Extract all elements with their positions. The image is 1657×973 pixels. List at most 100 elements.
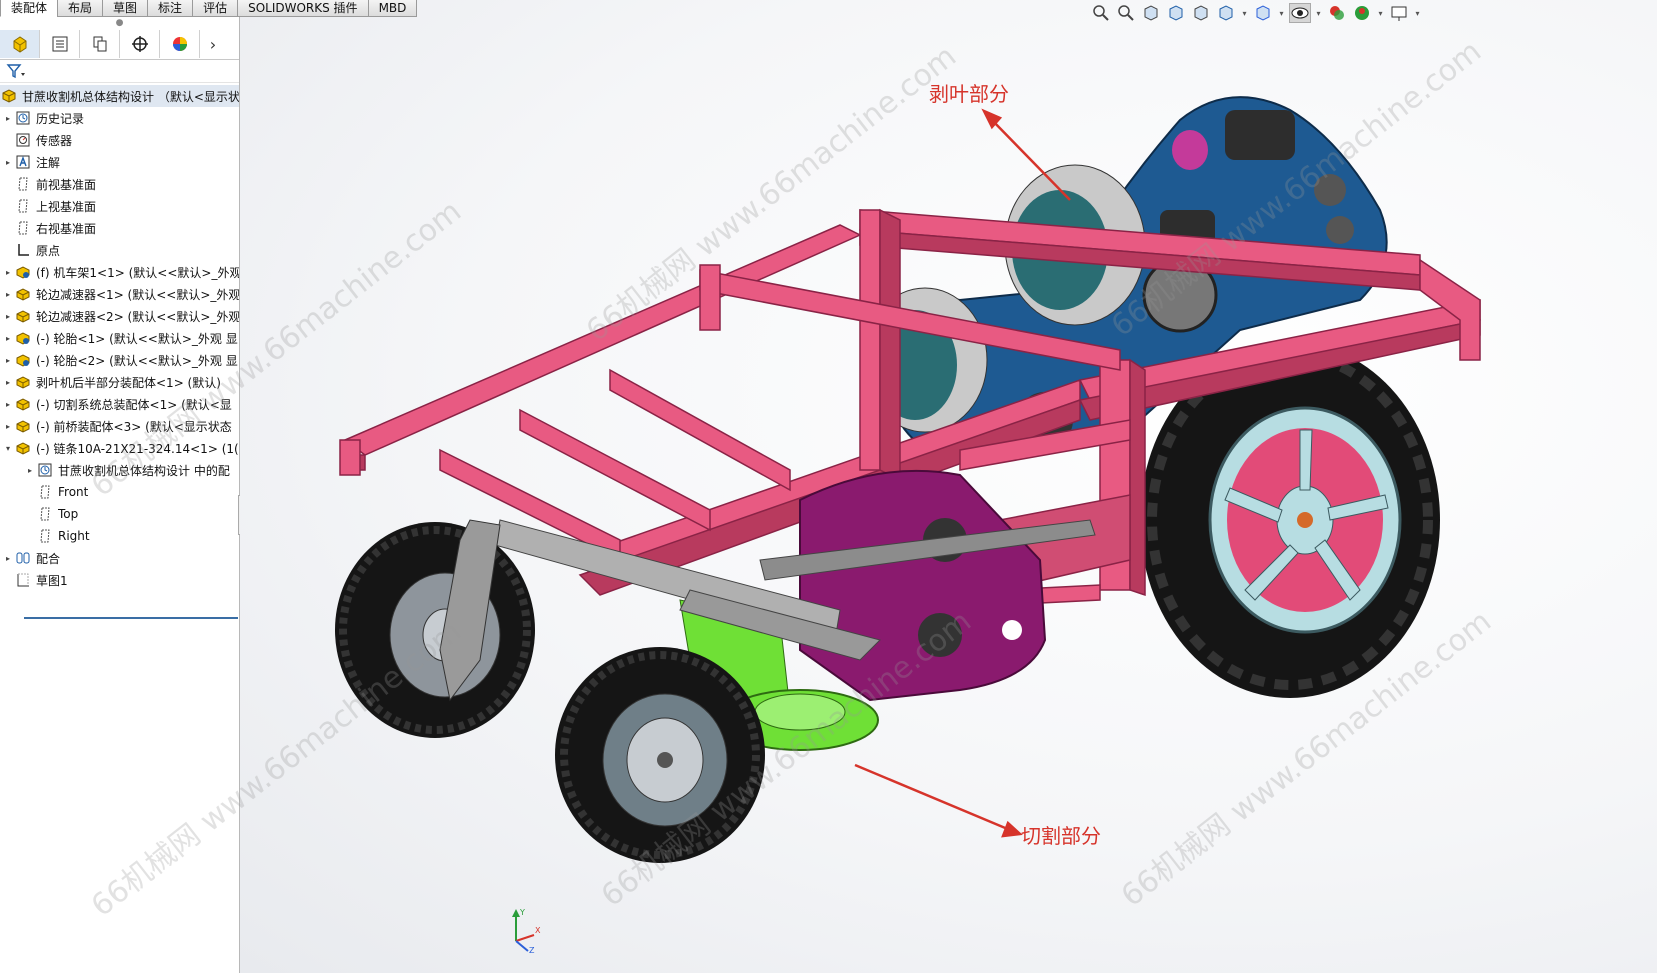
part-icon xyxy=(14,352,32,368)
property-manager-icon xyxy=(52,36,67,52)
feature-manager-panel: ● › 甘蔗收割机总体结构设计 （默认<显示状 ▸ 历史记录 传感器 ▸ 注解 … xyxy=(0,17,244,973)
part-icon xyxy=(14,264,32,280)
callout-peeling-label: 剥叶部分 xyxy=(929,82,1009,106)
expand-arrow-icon[interactable]: ▸ xyxy=(2,290,14,299)
subassembly-icon xyxy=(14,396,32,412)
history-icon xyxy=(36,462,54,478)
tab-3[interactable]: 标注 xyxy=(147,0,194,17)
part-icon xyxy=(14,330,32,346)
expand-arrow-icon[interactable]: ▸ xyxy=(2,312,14,321)
tree-item[interactable]: ▸ 剥叶机后半部分装配体<1> (默认) xyxy=(0,371,239,393)
tree-item-label: 上视基准面 xyxy=(36,199,97,214)
tree-item[interactable]: ▸ 甘蔗收割机总体结构设计 中的配 xyxy=(0,459,239,481)
tree-item[interactable]: Top xyxy=(0,503,239,525)
tree-item-label: 历史记录 xyxy=(36,111,85,126)
tree-item[interactable]: ▸ 轮边减速器<2> (默认<<默认>_外观 xyxy=(0,305,239,327)
expand-arrow-icon[interactable]: ▸ xyxy=(2,114,14,123)
tab-5[interactable]: SOLIDWORKS 插件 xyxy=(237,0,369,17)
tree-item[interactable]: ▾ (-) 链条10A-21X21-324.14<1> (1( xyxy=(0,437,239,459)
tree-item[interactable]: ▸ 历史记录 xyxy=(0,107,239,129)
manager-tabs: › xyxy=(0,29,239,60)
panel-grip[interactable]: ● xyxy=(0,17,239,29)
plane-icon xyxy=(36,528,54,544)
expand-arrow-icon[interactable]: ▸ xyxy=(2,268,14,277)
property-manager-tab[interactable] xyxy=(40,30,80,58)
annotation-icon xyxy=(14,154,32,170)
expand-arrow-icon[interactable]: ▸ xyxy=(2,158,14,167)
tree-item[interactable]: 右视基准面 xyxy=(0,217,239,239)
dimxpert-manager-tab[interactable] xyxy=(120,30,160,58)
tree-item-label: 轮边减速器<2> (默认<<默认>_外观 xyxy=(36,309,239,324)
tree-item-label: 传感器 xyxy=(36,133,73,148)
subassembly-icon xyxy=(14,286,32,302)
tree-item[interactable]: 草图1 xyxy=(0,569,239,591)
tree-item[interactable]: ▸ (-) 轮胎<2> (默认<<默认>_外观 显 xyxy=(0,349,239,371)
tree-item-label: 轮边减速器<1> (默认<<默认>_外观 xyxy=(36,287,239,302)
mates-icon xyxy=(14,550,32,566)
expand-arrow-icon[interactable]: ▸ xyxy=(2,378,14,387)
tree-item[interactable]: ▸ 配合 xyxy=(0,547,239,569)
reference-triad: Y X Z xyxy=(512,908,541,955)
tree-item[interactable]: 原点 xyxy=(0,239,239,261)
filter-row[interactable] xyxy=(0,60,239,83)
tree-item[interactable]: Right xyxy=(0,525,239,547)
tab-0[interactable]: 装配体 xyxy=(0,0,59,17)
tree-root-assembly[interactable]: 甘蔗收割机总体结构设计 （默认<显示状 xyxy=(0,85,239,107)
tree-item[interactable]: 传感器 xyxy=(0,129,239,151)
tree-item[interactable]: ▸ (-) 前桥装配体<3> (默认<显示状态 xyxy=(0,415,239,437)
plane-icon xyxy=(14,198,32,214)
tree-item-label: (-) 链条10A-21X21-324.14<1> (1( xyxy=(36,441,239,456)
tab-2[interactable]: 草图 xyxy=(102,0,149,17)
display-manager-tab[interactable] xyxy=(160,30,200,58)
tree-item[interactable]: ▸ (f) 机车架1<1> (默认<<默认>_外观 xyxy=(0,261,239,283)
tab-1[interactable]: 布局 xyxy=(57,0,104,17)
feature-manager-tab[interactable] xyxy=(0,30,40,58)
expand-arrow-icon[interactable]: ▸ xyxy=(2,554,14,563)
expand-arrow-icon[interactable]: ▸ xyxy=(24,466,36,475)
tree-item-label: 注解 xyxy=(36,155,61,170)
tree-item[interactable]: 前视基准面 xyxy=(0,173,239,195)
tree-item-label: Top xyxy=(58,507,79,521)
tree-item-label: 配合 xyxy=(36,551,61,566)
tree-item[interactable]: ▸ 轮边减速器<1> (默认<<默认>_外观 xyxy=(0,283,239,305)
triad-z-label: Z xyxy=(529,946,535,955)
feature-manager-icon xyxy=(13,36,26,53)
expand-arrow-icon[interactable]: ▸ xyxy=(2,400,14,409)
tree-item-label: Right xyxy=(58,529,90,543)
tree-item[interactable]: Front xyxy=(0,481,239,503)
tab-6[interactable]: MBD xyxy=(367,0,418,17)
tree-item[interactable]: ▸ (-) 切割系统总装配体<1> (默认<显 xyxy=(0,393,239,415)
command-manager-tabs: 装配体 布局 草图 标注 评估 SOLIDWORKS 插件 MBD xyxy=(0,0,418,17)
expand-arrow-icon[interactable]: ▸ xyxy=(2,422,14,431)
tree-item-label: 剥叶机后半部分装配体<1> (默认) xyxy=(36,375,221,390)
tree-item[interactable]: ▸ (-) 轮胎<1> (默认<<默认>_外观 显 xyxy=(0,327,239,349)
tree-end-marker xyxy=(24,617,238,619)
tab-4[interactable]: 评估 xyxy=(192,0,239,17)
cutter-drive-plate[interactable] xyxy=(759,469,1096,702)
plane-icon xyxy=(14,220,32,236)
configuration-manager-icon xyxy=(93,36,106,52)
tree-item[interactable]: 上视基准面 xyxy=(0,195,239,217)
configuration-manager-tab[interactable] xyxy=(80,30,120,58)
tree-item[interactable]: ▸ 注解 xyxy=(0,151,239,173)
tree-item-label: (-) 轮胎<2> (默认<<默认>_外观 显 xyxy=(36,353,238,368)
plane-icon xyxy=(36,484,54,500)
harvester-3d-model[interactable] xyxy=(240,0,1657,973)
tree-item-label: (-) 轮胎<1> (默认<<默认>_外观 显 xyxy=(36,331,238,346)
front-wheel-right[interactable] xyxy=(555,647,765,863)
plane-icon xyxy=(14,176,32,192)
expand-arrow-icon[interactable]: ▸ xyxy=(2,334,14,343)
expand-arrow-icon[interactable]: ▸ xyxy=(2,356,14,365)
graphics-area[interactable]: ▾ ▾ ▾ ▾ ▾ 剥叶部分 切割部分 66机械网 www.66machine.… xyxy=(85,0,1657,973)
assembly-icon xyxy=(0,88,18,104)
expand-arrow-icon[interactable]: ▾ xyxy=(2,444,14,453)
more-tabs-button[interactable]: › xyxy=(200,35,226,54)
tree-item-label: (-) 切割系统总装配体<1> (默认<显 xyxy=(36,397,232,412)
display-manager-icon xyxy=(172,37,187,51)
front-wheel-left[interactable] xyxy=(335,519,535,738)
sensor-icon xyxy=(14,132,32,148)
filter-icon[interactable] xyxy=(6,63,26,79)
callout-cutting-label: 切割部分 xyxy=(1021,824,1101,848)
triad-x-label: X xyxy=(535,926,541,935)
tree-item-label: 前视基准面 xyxy=(36,177,97,192)
